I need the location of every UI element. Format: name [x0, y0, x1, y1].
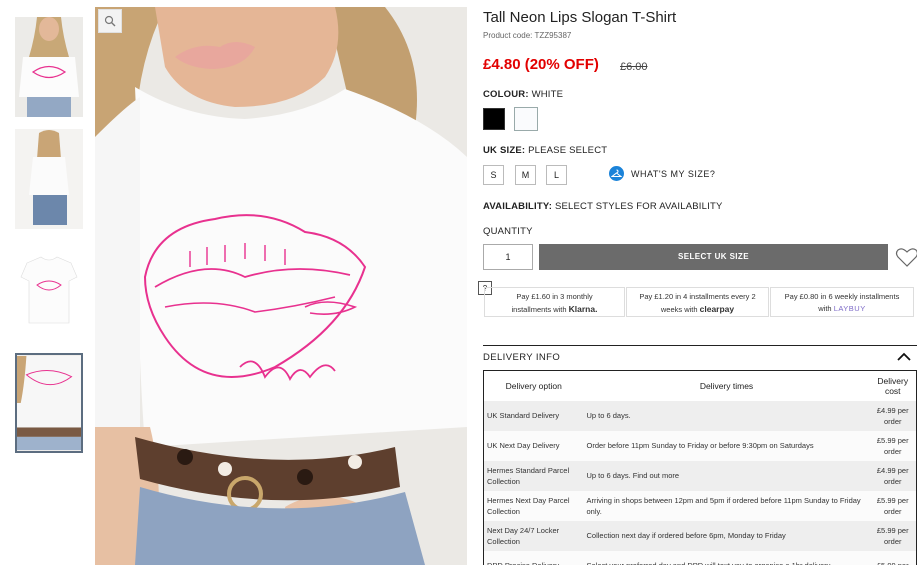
- clearpay-line1: Pay £1.20 in 4 installments every 2: [639, 292, 756, 301]
- table-row: DPD Precise Delivery Select your preferr…: [483, 550, 917, 565]
- size-label: UK SIZE:: [483, 145, 526, 156]
- delivery-cost: £4.99 per order: [869, 400, 917, 431]
- klarna-line2-row: installments with Klarna.: [485, 303, 624, 316]
- colour-swatch-white[interactable]: [514, 107, 538, 131]
- thumbnail-list: [15, 17, 84, 465]
- delivery-info-title: DELIVERY INFO: [483, 352, 561, 363]
- colour-label-row: COLOUR: WHITE: [483, 89, 563, 100]
- delivery-table: Delivery option Delivery times Delivery …: [483, 370, 917, 565]
- delivery-option-header: Delivery option: [483, 370, 584, 401]
- klarna-option[interactable]: Pay £1.60 in 3 monthly installments with…: [484, 287, 625, 317]
- thumbnail-front-model[interactable]: [15, 17, 83, 117]
- delivery-cost: £5.99 per order: [869, 490, 917, 521]
- delivery-time: Select your preferred day and DPD will t…: [583, 550, 870, 565]
- size-option-l[interactable]: L: [546, 165, 567, 185]
- table-row: UK Standard Delivery Up to 6 days. £4.99…: [483, 400, 917, 431]
- colour-value: WHITE: [531, 89, 564, 100]
- thumbnail-flat-shirt[interactable]: [15, 241, 83, 341]
- delivery-cost: £5.99 per: [869, 550, 917, 565]
- table-row: Hermes Standard Parcel Collection Up to …: [483, 460, 917, 491]
- size-value: PLEASE SELECT: [528, 145, 608, 156]
- thumbnail-back-model[interactable]: [15, 129, 83, 229]
- whats-my-size-link[interactable]: WHAT'S MY SIZE?: [609, 166, 715, 181]
- product-price: £4.80 (20% OFF): [483, 56, 599, 73]
- heart-icon: [895, 248, 917, 267]
- delivery-time: Collection next day if ordered before 6p…: [583, 520, 870, 551]
- product-title: Tall Neon Lips Slogan T-Shirt: [483, 9, 677, 26]
- delivery-option: DPD Precise Delivery: [483, 550, 584, 565]
- delivery-option: UK Next Day Delivery: [483, 430, 584, 461]
- clearpay-line2-row: weeks with clearpay: [627, 303, 768, 316]
- delivery-cost: £5.99 per order: [869, 430, 917, 461]
- product-code: Product code: TZZ95387: [483, 31, 572, 40]
- clearpay-logo: clearpay: [699, 304, 735, 314]
- delivery-info-header[interactable]: DELIVERY INFO: [483, 345, 917, 365]
- thumbnail-closeup-image: [17, 355, 81, 451]
- quantity-label: QUANTITY: [483, 226, 533, 237]
- delivery-cost: £5.99 per order: [869, 520, 917, 551]
- delivery-option: Hermes Standard Parcel Collection: [483, 460, 584, 491]
- size-option-s[interactable]: S: [483, 165, 504, 185]
- thumbnail-flat-shirt-image: [15, 241, 83, 341]
- availability-value: SELECT STYLES FOR AVAILABILITY: [554, 201, 723, 212]
- delivery-time: Up to 6 days.: [583, 400, 870, 431]
- table-row: Hermes Next Day Parcel Collection Arrivi…: [483, 490, 917, 521]
- chevron-up-icon: [897, 352, 911, 361]
- clearpay-line2: weeks with: [660, 305, 698, 314]
- klarna-logo: Klarna.: [568, 304, 598, 314]
- thumbnail-back-model-image: [15, 129, 83, 229]
- laybuy-line2-row: with LAYBUY: [771, 303, 913, 315]
- delivery-time: Arriving in shops between 12pm and 5pm i…: [583, 490, 870, 521]
- thumbnail-front-model-image: [15, 17, 83, 117]
- delivery-cost-header: Delivery cost: [869, 370, 917, 401]
- delivery-time: Up to 6 days. Find out more: [583, 460, 870, 491]
- thumbnail-closeup[interactable]: [15, 353, 83, 453]
- laybuy-logo: LAYBUY: [833, 304, 866, 313]
- laybuy-option[interactable]: Pay £0.80 in 6 weekly installments with …: [770, 287, 914, 317]
- whats-my-size-label: WHAT'S MY SIZE?: [631, 168, 716, 179]
- product-old-price: £6.00: [620, 61, 648, 73]
- quantity-input[interactable]: 1: [483, 244, 533, 270]
- colour-label: COLOUR:: [483, 89, 529, 100]
- main-product-image[interactable]: [95, 7, 467, 565]
- laybuy-line1: Pay £0.80 in 6 weekly installments: [784, 292, 900, 301]
- size-option-m[interactable]: M: [515, 165, 536, 185]
- wishlist-button[interactable]: [895, 246, 917, 268]
- zoom-button[interactable]: [98, 9, 122, 33]
- main-product-photo: [95, 7, 467, 565]
- delivery-times-header: Delivery times: [583, 370, 870, 401]
- laybuy-line2: with: [818, 304, 832, 313]
- klarna-line2: installments with: [511, 305, 567, 314]
- delivery-time: Order before 11pm Sunday to Friday or be…: [583, 430, 870, 461]
- size-label-row: UK SIZE: PLEASE SELECT: [483, 145, 607, 156]
- availability-row: AVAILABILITY: SELECT STYLES FOR AVAILABI…: [483, 201, 723, 212]
- select-size-button[interactable]: SELECT UK SIZE: [539, 244, 888, 270]
- delivery-option: UK Standard Delivery: [483, 400, 584, 431]
- table-row: UK Next Day Delivery Order before 11pm S…: [483, 430, 917, 461]
- availability-label: AVAILABILITY:: [483, 201, 553, 212]
- table-row: Next Day 24/7 Locker Collection Collecti…: [483, 520, 917, 551]
- zoom-icon: [104, 15, 116, 27]
- delivery-cost: £4.99 per order: [869, 460, 917, 491]
- delivery-option: Next Day 24/7 Locker Collection: [483, 520, 584, 551]
- delivery-option: Hermes Next Day Parcel Collection: [483, 490, 584, 521]
- hanger-icon: [609, 166, 624, 181]
- colour-swatch-black[interactable]: [483, 108, 505, 130]
- clearpay-option[interactable]: Pay £1.20 in 4 installments every 2 week…: [626, 287, 769, 317]
- klarna-line1: Pay £1.60 in 3 monthly: [516, 292, 593, 301]
